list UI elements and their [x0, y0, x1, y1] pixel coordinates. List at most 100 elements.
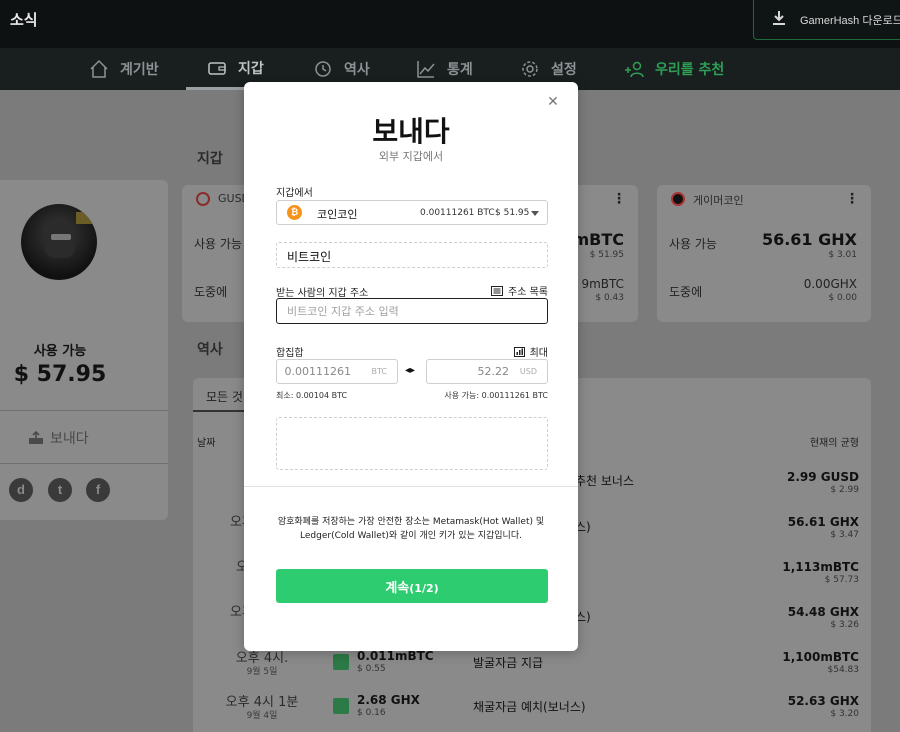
address-input[interactable]: [276, 298, 548, 324]
wallet-pending-label: 도중에: [669, 285, 703, 299]
continue-button[interactable]: 계속(1/2): [276, 569, 548, 603]
row-amount-usd: $ 0.16: [357, 708, 386, 718]
column-balance: 현재의 균형: [809, 438, 859, 449]
history-heading: 역사: [197, 342, 223, 358]
more-icon[interactable]: ⋮: [612, 191, 626, 207]
row-balance: 52.63 GHX: [787, 694, 859, 708]
wallet-pending-value: 0.00GHX: [803, 277, 857, 291]
row-amount: 2.68 GHX: [357, 693, 420, 707]
row-balance: 54.48 GHX: [787, 605, 859, 619]
row-date: 9월 4일: [246, 711, 278, 721]
top-bar: 소식 GamerHash 다운로드: [0, 0, 900, 48]
wallet-available-value: mBTC: [572, 230, 624, 249]
wallet-available-usd: $ 3.01: [828, 250, 857, 260]
row-balance: 1,113mBTC: [782, 560, 859, 574]
minimum-amount: 최소: 0.00104 BTC: [276, 391, 348, 400]
wallet-available-label: 사용 가능: [194, 237, 242, 251]
download-button[interactable]: GamerHash 다운로드: [753, 0, 900, 40]
chart-icon: [417, 61, 435, 78]
download-icon: [773, 11, 785, 25]
app-title: 소식: [10, 11, 38, 29]
btc-unit: BTC: [371, 367, 388, 376]
download-label: GamerHash 다운로드: [800, 15, 900, 27]
wallet-select[interactable]: ₿ 코인코인 0.00111261 BTC $ 51.95: [276, 200, 548, 225]
address-book-label: 주소 목록: [508, 287, 548, 298]
row-balance-usd: $54.83: [827, 665, 860, 675]
nav-invite-label: 우리를 추천: [655, 62, 725, 78]
from-wallet-label: 지갑에서: [276, 188, 313, 199]
modal-title: 보내다: [372, 115, 450, 148]
gusd-icon: [196, 192, 210, 206]
wallet-pending-label: 도중에: [194, 285, 228, 299]
divider: [244, 486, 578, 487]
max-label: 최대: [529, 348, 548, 359]
usd-amount-value: 52.22: [477, 365, 510, 378]
column-date: 날짜: [197, 438, 216, 449]
usd-amount-input[interactable]: 52.22 USD: [426, 359, 548, 384]
nav-dashboard[interactable]: 계기반: [88, 48, 159, 90]
wallet-available-label: 사용 가능: [669, 237, 717, 251]
send-label: 보내다: [50, 431, 89, 447]
row-balance-usd: $ 2.99: [830, 485, 859, 495]
row-balance-usd: $ 3.26: [830, 620, 859, 630]
add-user-icon: [625, 61, 644, 78]
divider: [0, 410, 168, 411]
wallet-name: 게이머코인: [693, 194, 744, 207]
send-button[interactable]: 보내다: [28, 428, 89, 448]
row-date: 9월 5일: [246, 667, 278, 677]
wallet-select-balance: 0.00111261 BTC: [420, 208, 495, 218]
facebook-icon[interactable]: f: [86, 478, 110, 502]
wallets-heading: 지갑: [197, 151, 223, 167]
address-book-button[interactable]: 주소 목록: [491, 283, 548, 298]
gamercoin-icon: [671, 192, 685, 206]
recipient-label: 받는 사람의 지갑 주소: [276, 288, 369, 299]
nav-wallet-label: 지갑: [238, 60, 264, 77]
security-notice: 암호화폐를 저장하는 가장 안전한 장소는 Metamask(Hot Walle…: [277, 517, 545, 541]
row-balance: 1,100mBTC: [782, 650, 859, 664]
home-icon: [90, 59, 108, 78]
close-icon[interactable]: ✕: [546, 95, 560, 109]
row-balance: 2.99 GUSD: [787, 470, 859, 484]
divider: [0, 463, 168, 464]
deposit-icon: [333, 698, 349, 714]
chevron-down-icon: [531, 211, 539, 216]
profile-card: 사용 가능 $ 57.95 보내다 d t f: [0, 180, 168, 520]
wallet-pending-usd: $ 0.00: [828, 293, 857, 303]
deposit-icon: [333, 654, 349, 670]
usd-unit: USD: [519, 367, 537, 376]
bar-chart-icon: [513, 346, 525, 357]
discord-icon[interactable]: d: [9, 478, 33, 502]
nav-invite[interactable]: 우리를 추천: [623, 48, 724, 90]
wallet-icon: [208, 61, 226, 75]
nav-dashboard-label: 계기반: [120, 62, 159, 78]
send-modal: ✕ 보내다 외부 지갑에서 지갑에서 ₿ 코인코인 0.00111261 BTC…: [244, 82, 578, 651]
nav-settings-label: 설정: [551, 62, 577, 78]
available-amount: 사용 가능: 0.00111261 BTC: [444, 391, 548, 400]
coin-display: 비트코인: [276, 242, 548, 268]
row-balance-usd: $ 3.20: [830, 709, 859, 719]
swap-icon: ◂▸: [405, 365, 416, 376]
row-balance-usd: $ 3.47: [830, 530, 859, 540]
max-button[interactable]: 최대: [513, 344, 548, 359]
wallet-pending-value: 9mBTC: [581, 277, 624, 291]
row-amount: 0.011mBTC: [357, 649, 434, 663]
nav-history-label: 역사: [344, 62, 370, 78]
bitcoin-icon: ₿: [287, 205, 302, 220]
gear-icon: [522, 61, 538, 77]
history-icon: [315, 61, 331, 77]
available-label: 사용 가능: [33, 344, 87, 359]
coin-name: 비트코인: [287, 250, 332, 264]
list-icon: [491, 285, 504, 296]
memo-area[interactable]: [276, 417, 548, 470]
available-amount: $ 57.95: [13, 362, 107, 387]
more-icon[interactable]: ⋮: [845, 191, 859, 207]
row-desc: 채굴자금 예치(보너스): [473, 700, 586, 714]
amount-label: 합집합: [276, 348, 304, 359]
row-desc: 발굴자금 지급: [473, 656, 544, 670]
twitter-icon[interactable]: t: [48, 478, 72, 502]
btc-amount-input[interactable]: 0.00111261 BTC: [276, 359, 398, 384]
nav-stats-label: 통계: [447, 62, 473, 78]
row-amount-usd: $ 0.55: [357, 664, 386, 674]
wallet-pending-usd: $ 0.43: [595, 293, 624, 303]
send-icon: [29, 431, 43, 444]
